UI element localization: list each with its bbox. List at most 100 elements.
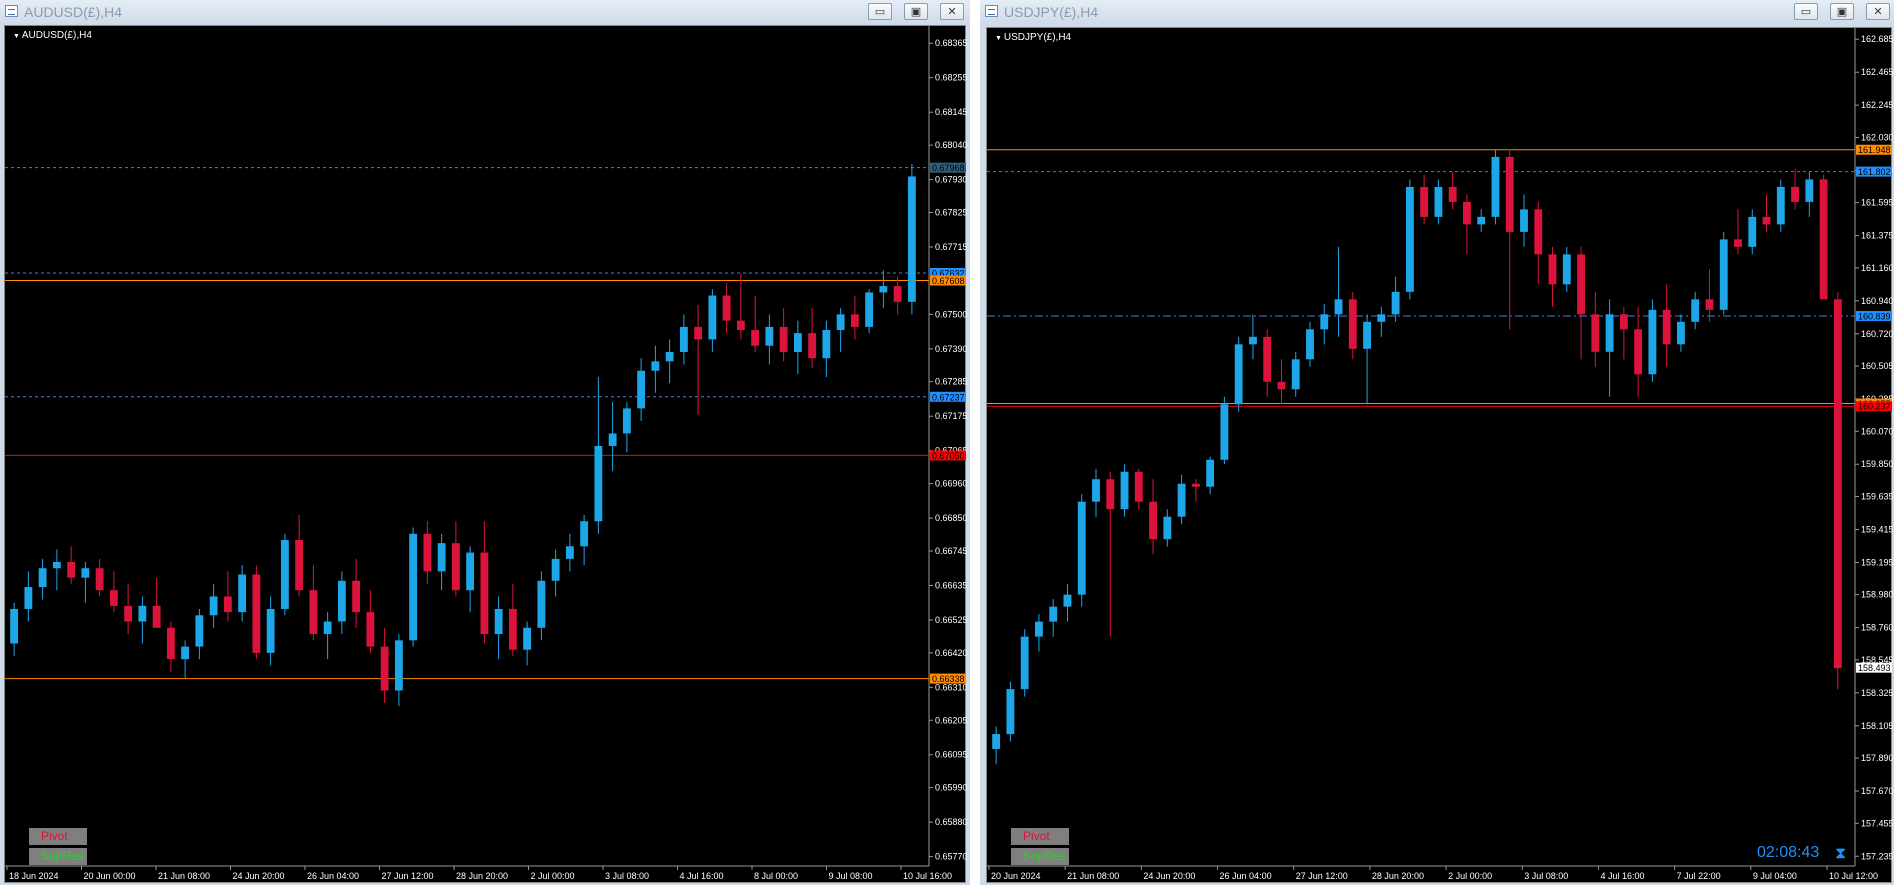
time-tick-label: 21 Jun 08:00 — [158, 871, 210, 881]
candle-body — [1463, 201, 1471, 225]
chart-canvas[interactable]: 162.685162.465162.245162.030161.810161.5… — [987, 28, 1893, 884]
candle-body — [1762, 216, 1771, 225]
price-tick-label: 0.66525 — [935, 615, 967, 625]
candle-body — [1263, 336, 1272, 382]
price-level-tag-label: 0.67608 — [932, 276, 965, 286]
minimize-button[interactable]: ▭ — [1794, 3, 1818, 20]
price-tick-label: 0.65880 — [935, 817, 967, 827]
chart-window-usdjpy[interactable]: USDJPY(£),H4 ▭ ▣ ✕ 162.685 162.465 162.245… — [980, 0, 1894, 885]
candle-body — [1734, 239, 1742, 247]
candle-body — [1334, 299, 1343, 315]
candle-body — [992, 734, 1001, 750]
close-button[interactable]: ✕ — [1866, 3, 1890, 20]
candle-body — [1405, 186, 1414, 292]
price-chart[interactable]: 162.685162.465162.245162.030161.810161.5… — [986, 27, 1893, 884]
price-tick-label: 158.980 — [1861, 590, 1893, 600]
time-tick-label: 21 Jun 08:00 — [1067, 871, 1119, 881]
candle-body — [337, 580, 346, 622]
price-tick-label: 158.325 — [1861, 688, 1893, 698]
price-level-tag-label: 160.839 — [1858, 311, 1891, 321]
candle-body — [1163, 516, 1172, 540]
candle-body — [1420, 186, 1429, 217]
candle-body — [1562, 254, 1571, 285]
candle-body — [793, 333, 802, 352]
candle-body — [1748, 216, 1757, 247]
pivot-indicator-button[interactable]: Pivot — [1011, 828, 1069, 845]
candle-body — [309, 590, 318, 635]
candle-body — [822, 330, 831, 359]
price-tick-label: 160.940 — [1861, 296, 1893, 306]
price-tick-label: 0.67175 — [935, 411, 967, 421]
price-level-tag-label: 161.802 — [1858, 167, 1891, 177]
candle-body — [1534, 209, 1543, 255]
price-tick-label: 160.070 — [1861, 426, 1893, 436]
close-button[interactable]: ✕ — [940, 3, 964, 20]
candle-body — [1577, 254, 1585, 315]
price-tick-label: 0.68145 — [935, 107, 967, 117]
maximize-button[interactable]: ▣ — [904, 3, 928, 20]
candle-body — [1548, 254, 1557, 285]
price-tick-label: 157.455 — [1861, 818, 1893, 828]
minimize-button[interactable]: ▭ — [868, 3, 892, 20]
chart-window-audusd[interactable]: AUDUSD(£),H4 ▭ ▣ ✕ 0.68365 0.68255 0.68145… — [0, 0, 970, 885]
window-titlebar[interactable]: USDJPY(£),H4 ▭ ▣ ✕ — [980, 0, 1894, 24]
candle-body — [1177, 483, 1186, 517]
candle-body — [1605, 314, 1614, 352]
price-chart[interactable]: 0.68365 0.68255 0.68145 0.68040 0.67930 0.678… — [4, 25, 967, 884]
candle-body — [665, 351, 674, 362]
window-titlebar[interactable]: AUDUSD(£),H4 ▭ ▣ ✕ — [0, 0, 970, 24]
candle-body — [181, 646, 190, 660]
candle-body — [124, 605, 133, 622]
candle-body — [836, 314, 845, 331]
candle-body — [893, 286, 902, 302]
candle-body — [1448, 186, 1457, 202]
candle-body — [694, 326, 703, 340]
time-tick-label: 24 Jun 20:00 — [233, 871, 285, 881]
candle-body — [622, 408, 631, 434]
price-tick-label: 158.105 — [1861, 721, 1893, 731]
price-tick-label: 0.67285 — [935, 377, 967, 387]
candle-body — [551, 558, 560, 581]
time-tick-label: 3 Jul 08:00 — [1524, 871, 1568, 881]
price-tick-label: 0.65990 — [935, 783, 967, 793]
candle-body — [1120, 471, 1129, 510]
price-level-tag-label: 158.493 — [1858, 663, 1891, 673]
maximize-button[interactable]: ▣ — [1830, 3, 1854, 20]
symbol-label: USDJPY(£),H4 — [995, 32, 1071, 43]
price-tick-label: 0.66850 — [935, 513, 967, 523]
candle-body — [1149, 501, 1157, 540]
candle-body — [1035, 621, 1043, 637]
candle-body — [1063, 594, 1072, 607]
candle-body — [1006, 689, 1015, 735]
price-tick-label: 160.505 — [1861, 361, 1893, 371]
price-tick-label: 0.67390 — [935, 344, 967, 354]
price-level-tag-label: 160.237 — [1858, 402, 1891, 412]
price-tick-label: 0.67715 — [935, 242, 967, 252]
price-tick-label: 0.68255 — [935, 73, 967, 83]
candle-body — [1677, 321, 1685, 345]
time-tick-label: 10 Jul 16:00 — [903, 871, 952, 881]
candle-body — [1191, 483, 1200, 487]
candle-body — [266, 608, 275, 653]
pivot-indicator-button[interactable]: Pivot — [29, 828, 87, 845]
candle-body — [1306, 329, 1314, 360]
chart-canvas[interactable]: 0.68365 0.68255 0.68145 0.68040 0.67930 0.678… — [5, 26, 967, 884]
time-tick-label: 20 Jun 2024 — [991, 871, 1041, 881]
candle-body — [52, 561, 61, 569]
candle-body — [209, 596, 218, 616]
candle-body — [1249, 336, 1257, 345]
time-tick-label: 28 Jun 20:00 — [456, 871, 508, 881]
candle-body — [1833, 299, 1842, 669]
price-tick-label: 0.66745 — [935, 546, 967, 556]
candle-body — [1491, 156, 1500, 217]
candle-body — [1434, 186, 1443, 217]
supres-indicator-button[interactable]: SupRes — [1011, 848, 1069, 865]
candle-body — [1092, 479, 1100, 502]
candle-body — [850, 314, 859, 327]
candle-body — [1705, 299, 1714, 310]
candle-body — [1348, 299, 1357, 349]
candle-body — [765, 326, 774, 346]
supres-indicator-button[interactable]: SupRes — [29, 848, 87, 865]
price-tick-label: 0.65770 — [935, 852, 967, 862]
candle-body — [808, 333, 817, 359]
